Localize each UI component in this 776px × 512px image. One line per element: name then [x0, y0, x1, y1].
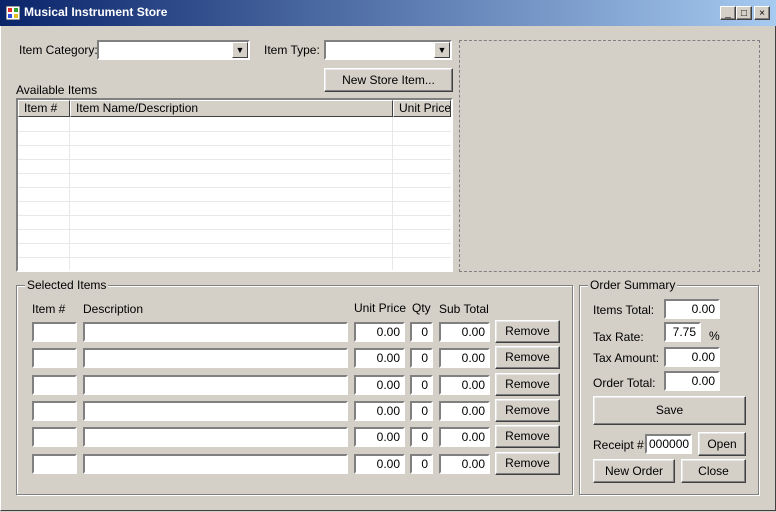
grid-row-line — [18, 229, 451, 230]
row-item-number-field[interactable] — [32, 375, 77, 395]
row-unit-price-field[interactable]: 0.00 — [354, 322, 405, 342]
grid-row-line — [18, 201, 451, 202]
available-items-label: Available Items — [16, 83, 98, 97]
order-total-label: Order Total: — [593, 376, 656, 390]
row-subtotal-field[interactable]: 0.00 — [439, 322, 490, 342]
grid-row-line — [18, 159, 451, 160]
row-item-number-field[interactable] — [32, 322, 77, 342]
minimize-button[interactable]: _ — [720, 6, 736, 20]
row-item-number-field[interactable] — [32, 454, 77, 474]
row-subtotal-field[interactable]: 0.00 — [439, 348, 490, 368]
new-order-button[interactable]: New Order — [593, 459, 675, 483]
item-type-label: Item Type: — [264, 43, 320, 57]
tax-amount-label: Tax Amount: — [593, 351, 660, 365]
row-unit-price-field[interactable]: 0.00 — [354, 427, 405, 447]
selected-header-qty: Qty — [412, 301, 431, 315]
grid-row-line — [18, 243, 451, 244]
close-window-button[interactable]: × — [754, 6, 770, 20]
row-qty-field[interactable]: 0 — [410, 375, 433, 395]
tax-rate-label: Tax Rate: — [593, 330, 644, 344]
maximize-button[interactable]: □ — [736, 6, 752, 20]
row-item-number-field[interactable] — [32, 401, 77, 421]
grid-row-line — [18, 257, 451, 258]
receipt-number-field[interactable]: 000000 — [645, 434, 692, 454]
open-button[interactable]: Open — [698, 432, 746, 456]
item-type-combo[interactable]: ▼ — [324, 40, 452, 60]
available-items-grid[interactable]: Item # Item Name/Description Unit Price — [16, 98, 453, 272]
row-unit-price-field[interactable]: 0.00 — [354, 375, 405, 395]
item-category-combo[interactable]: ▼ — [97, 40, 250, 60]
column-header-unit-price[interactable]: Unit Price — [393, 100, 451, 117]
grid-row-line — [18, 131, 451, 132]
row-description-field[interactable] — [83, 322, 348, 342]
order-total-field[interactable]: 0.00 — [664, 371, 720, 391]
column-header-description[interactable]: Item Name/Description — [70, 100, 393, 117]
remove-button[interactable]: Remove — [495, 399, 560, 422]
row-subtotal-field[interactable]: 0.00 — [439, 427, 490, 447]
grid-row-line — [18, 215, 451, 216]
row-unit-price-field[interactable]: 0.00 — [354, 454, 405, 474]
remove-button[interactable]: Remove — [495, 452, 560, 475]
row-item-number-field[interactable] — [32, 348, 77, 368]
close-button[interactable]: Close — [681, 459, 746, 483]
grid-column-divider — [69, 117, 70, 270]
chevron-down-icon[interactable]: ▼ — [434, 42, 450, 58]
row-subtotal-field[interactable]: 0.00 — [439, 375, 490, 395]
selected-header-description: Description — [83, 302, 144, 316]
row-qty-field[interactable]: 0 — [410, 322, 433, 342]
tax-rate-unit: % — [709, 329, 720, 343]
row-qty-field[interactable]: 0 — [410, 427, 433, 447]
tax-amount-field[interactable]: 0.00 — [664, 347, 720, 367]
row-qty-field[interactable]: 0 — [410, 401, 433, 421]
save-button[interactable]: Save — [593, 396, 746, 425]
items-total-label: Items Total: — [593, 303, 655, 317]
row-subtotal-field[interactable]: 0.00 — [439, 454, 490, 474]
row-qty-field[interactable]: 0 — [410, 454, 433, 474]
row-description-field[interactable] — [83, 348, 348, 368]
row-description-field[interactable] — [83, 454, 348, 474]
row-subtotal-field[interactable]: 0.00 — [439, 401, 490, 421]
items-total-field[interactable]: 0.00 — [664, 299, 720, 319]
tax-rate-field[interactable]: 7.75 — [664, 322, 701, 342]
selected-items-title: Selected Items — [25, 278, 109, 292]
receipt-label: Receipt #: — [593, 438, 648, 452]
row-item-number-field[interactable] — [32, 427, 77, 447]
grid-row-line — [18, 187, 451, 188]
row-unit-price-field[interactable]: 0.00 — [354, 401, 405, 421]
selected-header-unit-price: Unit Price — [354, 301, 407, 315]
grid-row-line — [18, 173, 451, 174]
remove-button[interactable]: Remove — [495, 320, 560, 343]
remove-button[interactable]: Remove — [495, 346, 560, 369]
window-title: Musical Instrument Store — [24, 5, 168, 19]
item-category-label: Item Category: — [19, 43, 98, 57]
new-store-item-button[interactable]: New Store Item... — [324, 68, 453, 92]
chevron-down-icon[interactable]: ▼ — [232, 42, 248, 58]
row-description-field[interactable] — [83, 427, 348, 447]
remove-button[interactable]: Remove — [495, 373, 560, 396]
remove-button[interactable]: Remove — [495, 425, 560, 448]
grid-row-line — [18, 145, 451, 146]
order-summary-title: Order Summary — [588, 278, 678, 292]
row-unit-price-field[interactable]: 0.00 — [354, 348, 405, 368]
column-header-item-number[interactable]: Item # — [18, 100, 70, 117]
grid-column-divider — [392, 117, 393, 270]
row-description-field[interactable] — [83, 401, 348, 421]
selected-header-item-number: Item # — [32, 302, 66, 316]
row-description-field[interactable] — [83, 375, 348, 395]
selected-header-subtotal: Sub Total — [439, 302, 489, 316]
app-icon — [6, 6, 20, 20]
row-qty-field[interactable]: 0 — [410, 348, 433, 368]
item-image-preview — [459, 40, 760, 272]
